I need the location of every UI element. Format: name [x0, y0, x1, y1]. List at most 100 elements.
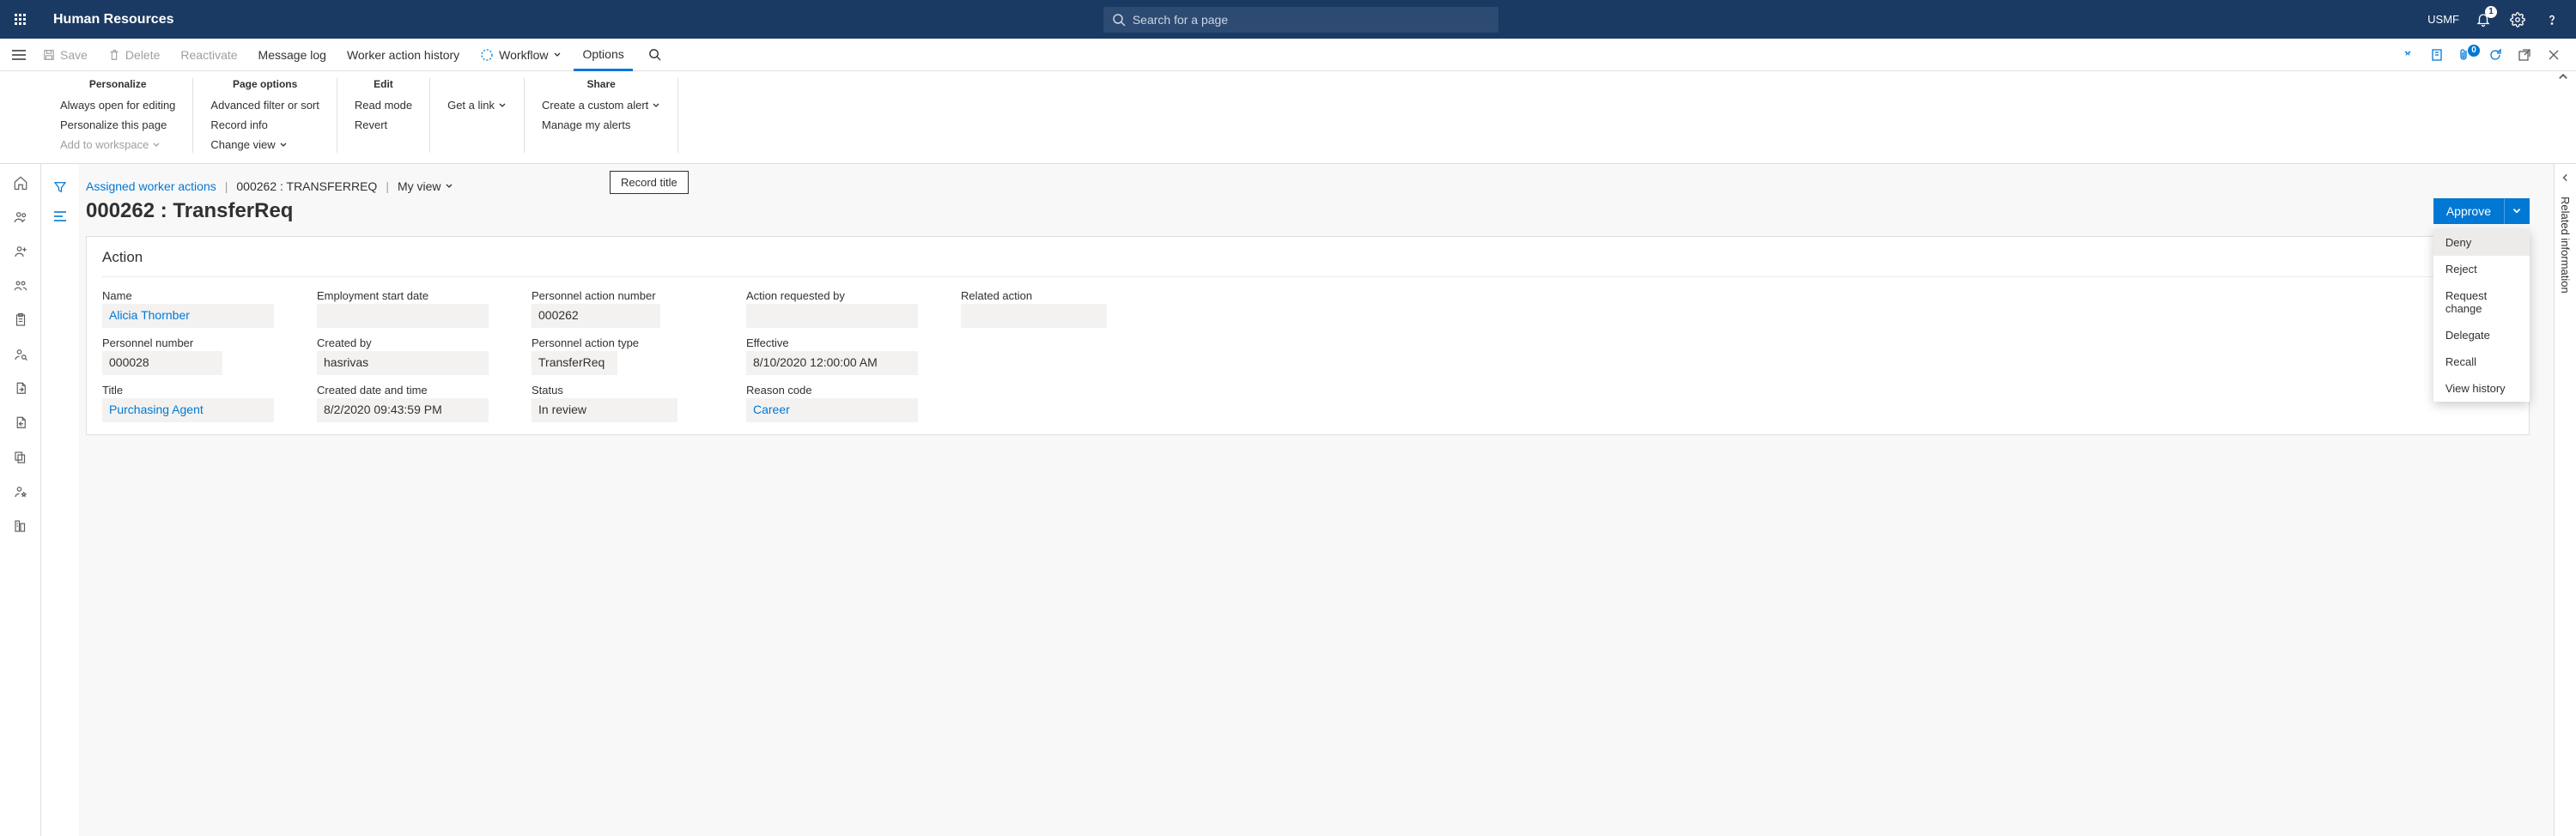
manage-my-alerts[interactable]: Manage my alerts [542, 117, 630, 133]
page-info-icon[interactable] [2427, 48, 2447, 62]
add-to-workspace: Add to workspace [60, 136, 161, 153]
chevron-down-icon [553, 51, 562, 59]
main-area: Record title Assigned worker actions | 0… [0, 164, 2576, 836]
label-action-type: Personnel action type [532, 336, 712, 349]
help-icon[interactable] [2542, 9, 2562, 30]
ribbon-group-edit-title: Edit [374, 78, 393, 90]
action-card: Action 8/10/2020 12:0 Name Alicia Thornb… [86, 236, 2530, 435]
right-rail: Related information [2554, 164, 2576, 836]
dropdown-delegate[interactable]: Delegate [2433, 322, 2530, 348]
breadcrumb-current: 000262 : TRANSFERREQ [236, 179, 377, 193]
dropdown-view-history[interactable]: View history [2433, 375, 2530, 402]
value-name[interactable]: Alicia Thornber [102, 304, 274, 328]
home-icon[interactable] [10, 173, 31, 193]
value-employment-start [317, 304, 489, 328]
nav-toggle-icon[interactable] [7, 49, 31, 61]
label-requested-by: Action requested by [746, 289, 927, 302]
chevron-down-icon [445, 182, 453, 191]
ribbon-group-page-options-title: Page options [233, 78, 297, 90]
page-title: 000262 : TransferReq [86, 199, 293, 223]
toolbar-search-icon[interactable] [636, 39, 673, 70]
value-status: In review [532, 398, 677, 422]
approve-split-button: Approve [2433, 198, 2530, 224]
attachments-icon[interactable]: 0 [2456, 48, 2476, 62]
search-box[interactable] [1103, 7, 1498, 33]
popout-icon[interactable] [2514, 48, 2535, 62]
label-title: Title [102, 384, 283, 397]
value-effective: 8/10/2020 12:00:00 AM [746, 351, 918, 375]
view-selector[interactable]: My view [398, 179, 453, 193]
dropdown-recall[interactable]: Recall [2433, 348, 2530, 375]
app-title: Human Resources [53, 12, 174, 27]
legal-entity[interactable]: USMF [2427, 13, 2459, 26]
org-icon[interactable] [10, 516, 31, 536]
section-title-action: Action [102, 249, 143, 266]
get-a-link[interactable]: Get a link [447, 97, 507, 113]
team-icon[interactable] [10, 276, 31, 296]
approve-dropdown-menu: Deny Reject Request change Delegate Reca… [2433, 229, 2530, 402]
read-mode[interactable]: Read mode [355, 97, 412, 113]
app-launcher-icon[interactable] [7, 7, 33, 33]
approve-button[interactable]: Approve [2433, 198, 2504, 224]
person-star-icon[interactable] [10, 482, 31, 502]
top-bar: Human Resources USMF 1 [0, 0, 2576, 39]
breadcrumb-link[interactable]: Assigned worker actions [86, 179, 216, 193]
search-input[interactable] [1133, 13, 1490, 27]
value-requested-by [746, 304, 918, 328]
document-in-icon[interactable] [10, 413, 31, 433]
record-title-tooltip: Record title [610, 171, 689, 194]
advanced-filter-sort[interactable]: Advanced filter or sort [210, 97, 319, 113]
person-search-icon[interactable] [10, 344, 31, 365]
label-status: Status [532, 384, 712, 397]
label-reason-code: Reason code [746, 384, 927, 397]
save-button: Save [34, 39, 96, 70]
notification-badge: 1 [2485, 6, 2497, 18]
worker-action-history-button[interactable]: Worker action history [338, 39, 468, 70]
clipboard-icon[interactable] [10, 310, 31, 330]
copy-icon[interactable] [10, 447, 31, 468]
expand-related-icon[interactable] [2561, 173, 2571, 183]
message-log-button[interactable]: Message log [250, 39, 335, 70]
breadcrumb: Assigned worker actions | 000262 : TRANS… [86, 179, 2530, 193]
close-icon[interactable] [2543, 48, 2564, 62]
value-reason-code[interactable]: Career [746, 398, 918, 422]
ribbon-group-getlink-title [476, 78, 478, 90]
create-custom-alert[interactable]: Create a custom alert [542, 97, 660, 113]
filter-rail [41, 164, 79, 836]
personalize-this-page[interactable]: Personalize this page [60, 117, 167, 133]
label-created-by: Created by [317, 336, 497, 349]
always-open-editing[interactable]: Always open for editing [60, 97, 175, 113]
ribbon-group-share-title: Share [586, 78, 615, 90]
left-nav-rail [0, 164, 41, 836]
related-information-tab[interactable]: Related information [2559, 197, 2572, 294]
chevron-down-icon [652, 101, 660, 110]
label-created-date: Created date and time [317, 384, 497, 397]
value-created-by: hasrivas [317, 351, 489, 375]
approve-dropdown-toggle[interactable] [2504, 198, 2530, 224]
person-add-icon[interactable] [10, 241, 31, 262]
delete-button: Delete [100, 39, 168, 70]
options-tab[interactable]: Options [574, 39, 632, 71]
value-title[interactable]: Purchasing Agent [102, 398, 274, 422]
people-icon[interactable] [10, 207, 31, 227]
revert[interactable]: Revert [355, 117, 387, 133]
refresh-icon[interactable] [2485, 48, 2506, 62]
change-view[interactable]: Change view [210, 136, 287, 153]
chevron-down-icon [152, 141, 161, 149]
document-out-icon[interactable] [10, 379, 31, 399]
search-icon [1112, 13, 1126, 27]
ribbon-group-personalize-title: Personalize [89, 78, 147, 90]
notifications-icon[interactable]: 1 [2473, 9, 2494, 30]
record-info[interactable]: Record info [210, 117, 267, 133]
dropdown-deny[interactable]: Deny [2433, 229, 2530, 256]
collapse-ribbon-icon[interactable] [2557, 71, 2569, 83]
content-area: Record title Assigned worker actions | 0… [79, 164, 2554, 836]
dropdown-reject[interactable]: Reject [2433, 256, 2530, 282]
workflow-button[interactable]: Workflow [471, 39, 570, 70]
filter-icon[interactable] [52, 179, 68, 195]
personalize-icon[interactable] [2397, 48, 2418, 62]
list-icon[interactable] [52, 210, 68, 222]
settings-icon[interactable] [2507, 9, 2528, 30]
label-personnel-number: Personnel number [102, 336, 283, 349]
dropdown-request-change[interactable]: Request change [2433, 282, 2530, 322]
